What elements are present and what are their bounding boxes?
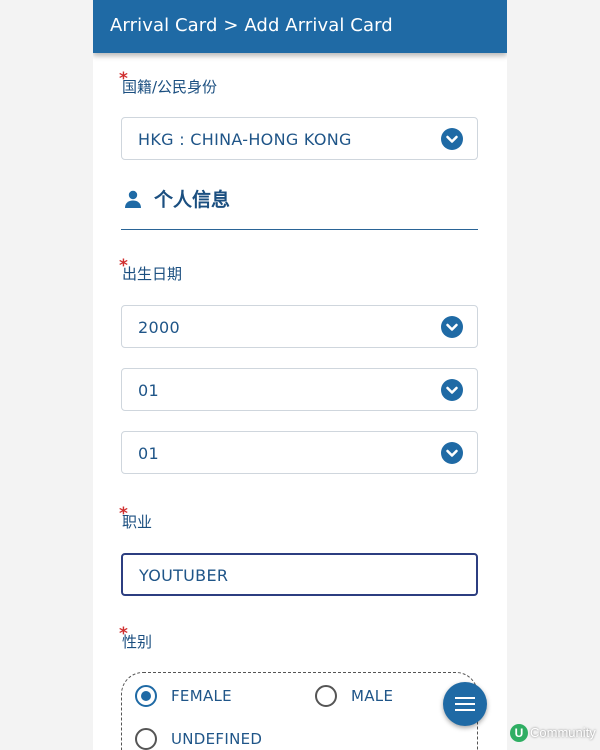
radio-unselected-icon [315, 685, 337, 707]
menu-fab-button[interactable] [443, 682, 487, 726]
page-title: Arrival Card > Add Arrival Card [110, 15, 393, 36]
birth-day-value: 01 [138, 444, 159, 463]
nationality-value: HKG : CHINA-HONG KONG [138, 130, 352, 149]
person-icon [123, 189, 143, 209]
gender-option-label: UNDEFINED [171, 730, 263, 748]
required-marker: * [119, 69, 128, 89]
gender-option-female[interactable]: FEMALE [135, 685, 255, 707]
chevron-down-icon [441, 442, 463, 464]
gender-option-label: MALE [351, 687, 394, 705]
watermark-logo-icon: U [510, 724, 528, 742]
required-marker: * [119, 504, 128, 524]
occupation-input[interactable]: YOUTUBER [121, 553, 478, 596]
occupation-value: YOUTUBER [139, 566, 229, 585]
radio-unselected-icon [135, 728, 157, 750]
gender-option-undefined[interactable]: UNDEFINED [135, 728, 285, 750]
required-marker: * [119, 256, 128, 276]
required-marker: * [119, 624, 128, 644]
birth-day-select[interactable]: 01 [121, 431, 478, 474]
birth-year-select[interactable]: 2000 [121, 305, 478, 348]
gender-option-label: FEMALE [171, 687, 232, 705]
birth-date-label: * 出生日期 [119, 256, 183, 284]
occupation-label: * 职业 [119, 504, 152, 532]
chevron-down-icon [441, 379, 463, 401]
chevron-down-icon [441, 128, 463, 150]
radio-selected-icon [135, 685, 157, 707]
birth-month-select[interactable]: 01 [121, 368, 478, 411]
nationality-label: * 国籍/公民身份 [119, 69, 218, 97]
birth-date-label-text: 出生日期 [122, 265, 183, 283]
nationality-label-text: 国籍/公民身份 [122, 78, 218, 96]
birth-month-value: 01 [138, 381, 159, 400]
chevron-down-icon [441, 316, 463, 338]
app-bar: Arrival Card > Add Arrival Card [93, 0, 507, 53]
gender-label: * 性别 [119, 624, 152, 652]
gender-radio-group: FEMALE MALE UNDEFINED [121, 672, 478, 750]
phone-screen: Arrival Card > Add Arrival Card * 国籍/公民身… [93, 0, 507, 750]
section-divider [121, 229, 478, 230]
watermark-text: Community [530, 725, 596, 740]
gender-option-male[interactable]: MALE [315, 685, 425, 707]
birth-year-value: 2000 [138, 318, 180, 337]
nationality-select[interactable]: HKG : CHINA-HONG KONG [121, 117, 478, 160]
section-title: 个人信息 [154, 189, 231, 211]
